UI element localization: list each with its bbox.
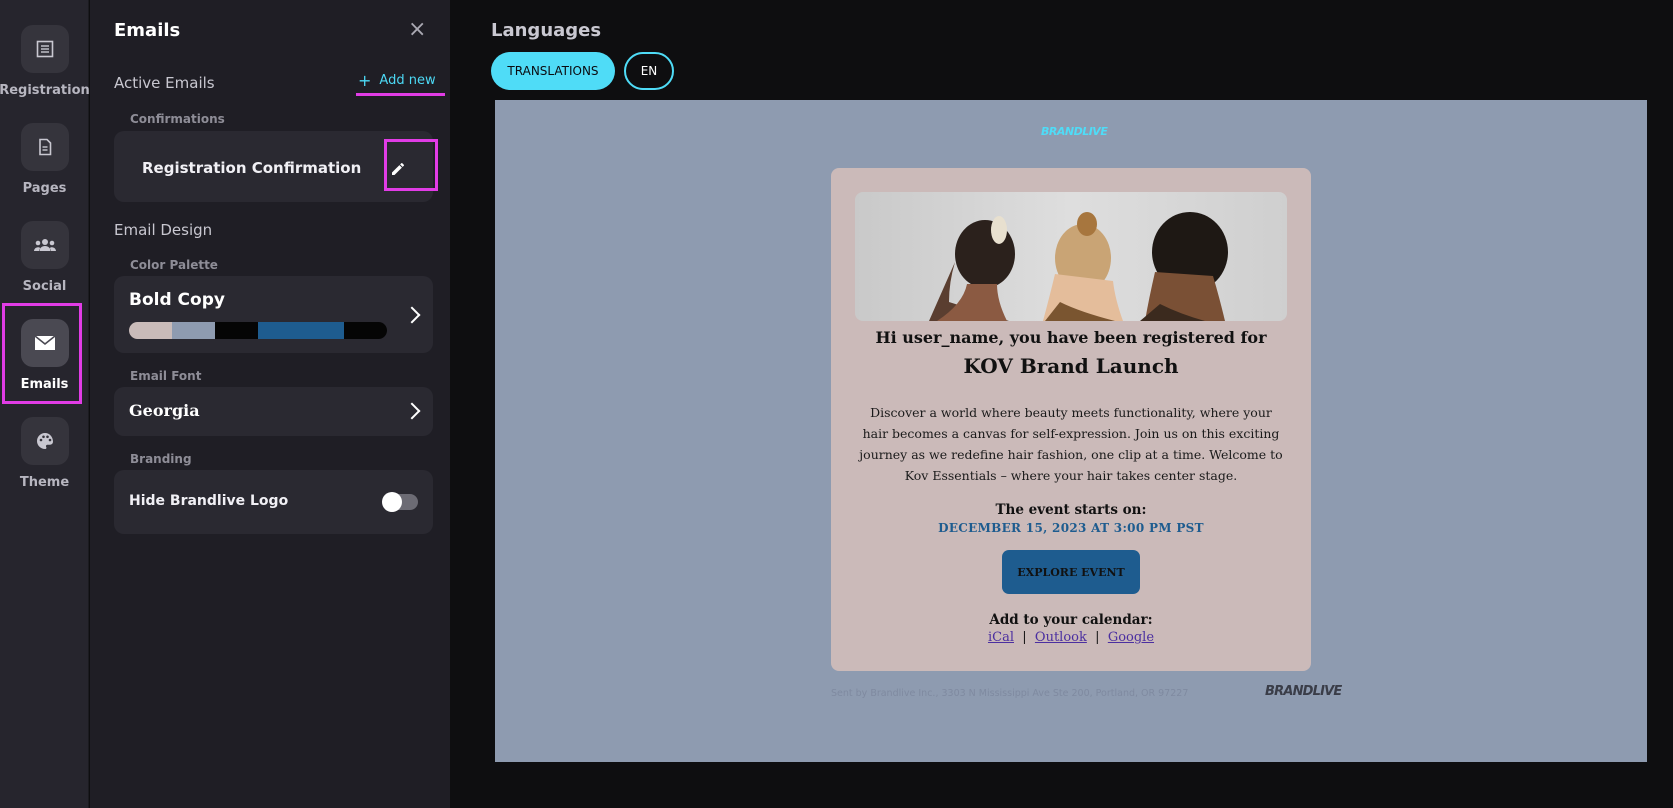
- palette-icon: [20, 417, 69, 465]
- chevron-right-icon: [403, 402, 421, 420]
- color-palette-heading: Color Palette: [130, 258, 218, 272]
- rail-label-registration: Registration: [0, 83, 90, 98]
- language-en-button[interactable]: EN: [624, 52, 674, 90]
- emails-highlight-box: [2, 303, 82, 404]
- close-icon[interactable]: ×: [408, 19, 426, 41]
- hide-logo-label: Hide Brandlive Logo: [129, 493, 289, 509]
- rail-label-theme: Theme: [19, 475, 70, 490]
- palette-swatch: [344, 322, 387, 339]
- add-new-button[interactable]: + Add new: [358, 71, 436, 90]
- calendar-links: iCal | Outlook | Google: [831, 630, 1311, 645]
- email-greeting: Hi user_name, you have been registered f…: [875, 328, 1267, 347]
- brand-logo-top: BRANDLIVE: [1041, 125, 1108, 138]
- add-new-highlight: [356, 93, 445, 96]
- email-body: Discover a world where beauty meets func…: [859, 405, 1283, 483]
- palette-name: Bold Copy: [129, 290, 225, 310]
- registration-confirmation-card[interactable]: Registration Confirmation: [114, 131, 438, 202]
- email-preview: BRANDLIVE Hi user_name, you have been re…: [495, 100, 1647, 762]
- palette-swatch: [129, 322, 172, 339]
- registration-confirmation-label: Registration Confirmation: [142, 159, 362, 177]
- palette-swatch: [215, 322, 258, 339]
- list-icon: [20, 25, 69, 73]
- branding-card: Hide Brandlive Logo: [114, 470, 433, 534]
- active-emails-heading: Active Emails: [114, 74, 215, 92]
- add-new-label: Add new: [379, 73, 436, 88]
- google-link[interactable]: Google: [1108, 630, 1154, 645]
- confirmations-heading: Confirmations: [130, 112, 225, 126]
- languages-title: Languages: [491, 20, 602, 41]
- email-design-heading: Email Design: [114, 221, 213, 239]
- separator: |: [1018, 630, 1031, 645]
- explore-event-button[interactable]: EXPLORE EVENT: [1002, 550, 1140, 594]
- people-icon: [20, 221, 69, 269]
- palette-swatch-bar: [129, 322, 387, 339]
- translations-button[interactable]: TRANSLATIONS: [491, 52, 615, 90]
- rail-item-theme[interactable]: Theme: [0, 416, 89, 506]
- panel-title: Emails: [114, 20, 181, 41]
- rail-item-social[interactable]: Social: [0, 220, 89, 310]
- rail-item-registration[interactable]: Registration: [0, 24, 90, 114]
- chevron-right-icon: [403, 306, 421, 324]
- font-name: Georgia: [129, 401, 200, 420]
- edit-highlight-box: [384, 139, 438, 191]
- email-starts-label: The event starts on:: [995, 502, 1147, 518]
- palette-swatch: [172, 322, 215, 339]
- rail-item-pages[interactable]: Pages: [0, 122, 89, 212]
- emails-panel: Emails × Active Emails + Add new Confirm…: [90, 0, 450, 808]
- email-date: DECEMBER 15, 2023 AT 3:00 PM PST: [938, 521, 1204, 535]
- email-font-heading: Email Font: [130, 369, 202, 383]
- plus-icon: +: [358, 71, 372, 90]
- outlook-link[interactable]: Outlook: [1035, 630, 1087, 645]
- palette-swatch: [258, 322, 344, 339]
- brand-logo-footer: BRANDLIVE: [1265, 684, 1342, 699]
- email-font-card[interactable]: Georgia: [114, 387, 433, 436]
- hide-logo-toggle[interactable]: [382, 492, 418, 512]
- calendar-label: Add to your calendar:: [989, 612, 1153, 628]
- email-event-name: KOV Brand Launch: [963, 354, 1179, 378]
- color-palette-card[interactable]: Bold Copy: [114, 276, 433, 353]
- left-rail: Registration Pages Social Emails Theme: [0, 0, 90, 808]
- email-card: Hi user_name, you have been registered f…: [831, 168, 1311, 671]
- email-footer-address: Sent by Brandlive Inc., 3303 N Mississip…: [831, 688, 1189, 699]
- document-icon: [20, 123, 69, 171]
- separator: |: [1091, 630, 1104, 645]
- rail-label-pages: Pages: [22, 181, 67, 196]
- ical-link[interactable]: iCal: [988, 630, 1014, 645]
- hero-image: [855, 192, 1287, 321]
- rail-label-social: Social: [22, 279, 67, 294]
- branding-heading: Branding: [130, 452, 192, 466]
